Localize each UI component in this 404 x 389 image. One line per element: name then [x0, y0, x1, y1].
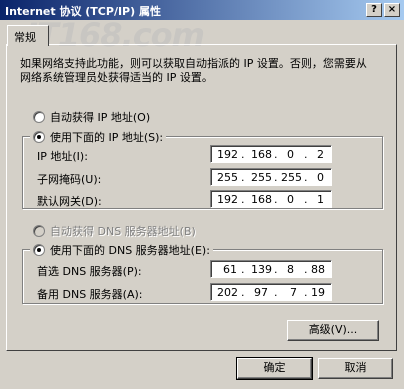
ip-manual-label: 使用下面的 IP 地址(S):	[50, 131, 164, 144]
ip-octet: 19	[311, 286, 325, 299]
preferred-dns-label: 首选 DNS 服务器(P):	[37, 265, 142, 278]
title-bar: Internet 协议 (TCP/IP) 属性 ? ×	[0, 0, 404, 20]
ip-octet: 168	[251, 148, 272, 161]
gateway-field[interactable]: 192. 168. 0. 1	[210, 190, 332, 208]
ip-octet: 255	[281, 171, 302, 184]
ip-address-field[interactable]: 192. 168. 0. 2	[210, 145, 332, 163]
ip-octet: 0	[287, 148, 294, 161]
ip-manual-option[interactable]: 使用下面的 IP 地址(S):	[30, 129, 167, 145]
help-button[interactable]: ?	[366, 3, 382, 17]
ip-octet: 8	[287, 263, 294, 276]
subnet-mask-label: 子网掩码(U):	[37, 173, 102, 186]
ip-octet: 192	[217, 148, 238, 161]
advanced-button[interactable]: 高级(V)...	[287, 320, 379, 341]
cancel-button[interactable]: 取消	[318, 358, 393, 379]
alternate-dns-field[interactable]: 202. 97. 7. 19	[210, 283, 332, 301]
dns-auto-label: 自动获得 DNS 服务器地址(B)	[50, 225, 196, 238]
gateway-label: 默认网关(D):	[37, 195, 102, 208]
ip-octet: 192	[217, 193, 238, 206]
ip-octet: 61	[223, 263, 237, 276]
ip-manual-radio[interactable]	[33, 131, 45, 143]
ip-octet: 0	[317, 171, 324, 184]
ip-octet: 7	[290, 286, 297, 299]
ip-octet: 255	[251, 171, 272, 184]
ip-address-label: IP 地址(I):	[37, 150, 88, 163]
close-icon[interactable]: ×	[384, 3, 400, 17]
ip-octet: 139	[251, 263, 272, 276]
window-title: Internet 协议 (TCP/IP) 属性	[5, 5, 161, 18]
ip-octet: 88	[311, 263, 325, 276]
ip-octet: 168	[251, 193, 272, 206]
ip-auto-option[interactable]: 自动获得 IP 地址(O)	[30, 109, 154, 125]
ip-octet: 1	[317, 193, 324, 206]
dns-auto-radio[interactable]	[33, 225, 45, 237]
ip-auto-radio[interactable]	[33, 111, 45, 123]
alternate-dns-label: 备用 DNS 服务器(A):	[37, 288, 143, 301]
intro-text: 如果网络支持此功能，则可以获取自动指派的 IP 设置。否则，您需要从网络系统管理…	[20, 57, 367, 84]
ip-octet: 0	[287, 193, 294, 206]
dns-auto-option[interactable]: 自动获得 DNS 服务器地址(B)	[30, 223, 199, 239]
ip-octet: 2	[317, 148, 324, 161]
ip-octet: 202	[217, 286, 238, 299]
dns-manual-option[interactable]: 使用下面的 DNS 服务器地址(E):	[30, 242, 213, 258]
ip-auto-label: 自动获得 IP 地址(O)	[50, 111, 151, 124]
ok-button[interactable]: 确定	[236, 357, 313, 380]
tab-general[interactable]: 常规	[7, 25, 49, 46]
dns-manual-radio[interactable]	[33, 244, 45, 256]
ip-octet: 255	[217, 171, 238, 184]
dns-manual-label: 使用下面的 DNS 服务器地址(E):	[50, 244, 210, 257]
subnet-mask-field[interactable]: 255. 255. 255. 0	[210, 168, 332, 186]
ip-octet: 97	[254, 286, 268, 299]
preferred-dns-field[interactable]: 61. 139. 8. 88	[210, 260, 332, 278]
